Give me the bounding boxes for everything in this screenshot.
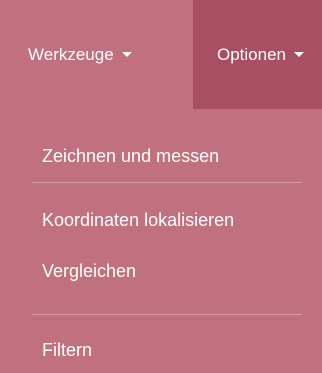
nav-menu-werkzeuge[interactable]: Werkzeuge — [0, 0, 193, 109]
chevron-down-icon — [294, 52, 304, 57]
menu-divider — [32, 314, 302, 315]
chevron-down-icon — [121, 52, 132, 57]
nav-menu-werkzeuge-label: Werkzeuge — [28, 44, 114, 64]
nav-menu-optionen-label: Optionen — [217, 44, 286, 64]
menu-item-zeichnen-und-messen[interactable]: Zeichnen und messen — [42, 146, 219, 167]
tools-dropdown-menu: Zeichnen und messen Koordinaten lokalisi… — [0, 109, 322, 373]
menu-item-vergleichen[interactable]: Vergleichen — [42, 261, 136, 282]
top-navbar: Werkzeuge Optionen — [0, 0, 322, 109]
nav-menu-optionen[interactable]: Optionen — [193, 0, 322, 109]
menu-item-filtern[interactable]: Filtern — [42, 340, 92, 361]
menu-item-koordinaten-lokalisieren[interactable]: Koordinaten lokalisieren — [42, 210, 234, 231]
menu-divider — [32, 182, 302, 183]
menu-container: Werkzeuge Optionen Zeichnen und messen K… — [0, 0, 322, 373]
